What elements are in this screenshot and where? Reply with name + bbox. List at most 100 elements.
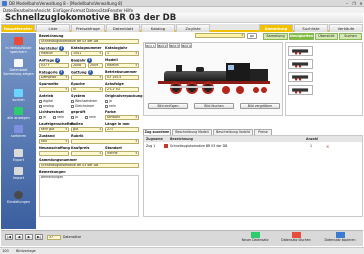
tab-katalog[interactable]: Katalog (141, 24, 175, 32)
next-record-button[interactable]: ▶ (25, 234, 33, 240)
gepruft-option-nein[interactable]: nein (85, 115, 96, 119)
modell-select[interactable]: Märklin (105, 63, 139, 68)
label-rollen: Rollen (71, 122, 83, 126)
tab-datenblatt[interactable]: Datenblatt (106, 24, 140, 32)
tab-sammlung[interactable]: Sammlung (259, 24, 293, 32)
tab-uebersicht[interactable]: Übersicht (315, 33, 338, 40)
tab-verkaeufe[interactable]: Verkäufe (329, 24, 363, 32)
application-window: DB ModellbahnVerwaltung 8 - [ModellbahnV… (0, 0, 364, 254)
tab-sammlung-right[interactable]: Sammlung (263, 33, 288, 40)
record-position-field[interactable]: 37 (47, 235, 61, 240)
new-record-button[interactable]: Neuer Datensatz (237, 232, 273, 242)
enlarge-image-button[interactable]: Bild vergrößern (240, 103, 280, 109)
bemerkungen-field[interactable]: Bemerkungen (39, 175, 139, 217)
sale-list-icon (14, 37, 23, 45)
sammlungsnummer-field[interactable]: Schnellzuglokomotive BR 03 der DB (39, 163, 139, 168)
neuanschaffung-field[interactable] (39, 151, 69, 156)
sidebar: In Verkaufsliste speichern Datenblatt Sa… (1, 33, 36, 229)
tab-bild-4[interactable]: Bild 4 (181, 43, 192, 48)
achsfolge-field[interactable]: 2'C1' h2 (105, 87, 139, 92)
lichtwechsel-option-ja[interactable]: ja (39, 115, 46, 119)
lichtwechsel-option-nein[interactable]: nein (53, 115, 64, 119)
baujahr-to-field[interactable]: 2009 (88, 63, 103, 68)
tab-neuigkeiten[interactable]: Neuigkeiten (289, 33, 314, 40)
maximize-button[interactable]: ❐ (351, 1, 357, 6)
search-icon (14, 89, 23, 97)
insert-image-button[interactable]: Bild einfügen (148, 103, 188, 109)
antrieb-option-analog[interactable]: analog (39, 104, 54, 108)
delete-row-icon[interactable] (164, 144, 168, 148)
tab-bild-2[interactable]: Bild 2 (157, 43, 168, 48)
tab-suchen[interactable]: Suchen (339, 33, 362, 40)
gepruft-option-ja[interactable]: ja (71, 115, 78, 119)
originalverpackung-option-nein[interactable]: nein (105, 104, 116, 108)
go-button[interactable]: go (247, 33, 257, 39)
system-option-wechselstrom[interactable]: Wechselstrom (71, 99, 97, 103)
tab-liste[interactable]: Liste (36, 24, 70, 32)
minimize-button[interactable]: – (344, 1, 350, 6)
standort-select[interactable]: Vitrine (105, 151, 139, 156)
betriebsnummer-field[interactable]: 03 155-5 (105, 75, 139, 80)
label-modell: Modell (105, 58, 118, 62)
spurweite-select[interactable] (39, 87, 69, 92)
sidebar-item-verkaufsliste[interactable]: In Verkaufsliste speichern (1, 37, 36, 54)
sidebar-item-datenblatt[interactable]: Datenblatt Sammlung zeigen (1, 59, 36, 76)
table-row[interactable]: Zug 1 Schnellzuglokomotive BR 03 der DB … (144, 143, 362, 151)
sidebar-item-import[interactable]: Import (1, 167, 36, 180)
tab-hauptfenster[interactable]: Hauptfenster (1, 24, 35, 32)
label-gepruft: geprüft (71, 110, 86, 114)
close-button[interactable]: ✕ (358, 1, 364, 6)
kaufpreis-field[interactable] (71, 151, 103, 156)
gattung-select[interactable] (71, 75, 103, 80)
tab-zugliste[interactable]: Zugliste (176, 24, 210, 32)
sidebar-item-suchen[interactable]: suchen (1, 89, 36, 102)
delete-image-button[interactable]: Bild löschen (194, 103, 234, 109)
system-option-gleichstrom[interactable]: Gleichstrom (71, 104, 94, 108)
filter-select[interactable] (195, 33, 245, 38)
baujahr-from-field[interactable]: 2008 (71, 63, 86, 68)
thumbnail-2[interactable] (288, 59, 313, 69)
sidebar-item-alle-anzeigen[interactable]: alle anzeigen (1, 107, 36, 120)
farbe-select[interactable]: schwarz (105, 115, 139, 120)
originalverpackung-option-ja[interactable]: ja (105, 99, 112, 103)
hersteller-select[interactable]: Märklin (39, 51, 69, 56)
thumbnail-4[interactable] (288, 85, 313, 95)
tab-preisabfrage[interactable]: Preisabfrage (71, 24, 105, 32)
export-icon (14, 149, 23, 157)
bezeichnung-field[interactable]: Schnellzuglokomotive BR 03 der DB (39, 39, 139, 44)
last-record-button[interactable]: ▶| (35, 234, 43, 240)
prev-record-button[interactable]: ◀ (15, 234, 23, 240)
label-bezeichnung: Bezeichnung (39, 34, 64, 38)
thumbnail-1[interactable] (288, 46, 313, 56)
sidebar-item-export[interactable]: Export (1, 149, 36, 162)
first-record-button[interactable]: |◀ (5, 234, 13, 240)
rubrik-select[interactable] (71, 139, 139, 144)
tab-suchliste[interactable]: Suchliste (294, 24, 328, 32)
remove-row-icon[interactable]: ✕ (326, 144, 329, 149)
thumbnail-3[interactable] (288, 72, 313, 82)
import-icon (14, 167, 23, 175)
sidebar-item-sortieren[interactable]: sortieren (1, 125, 36, 138)
label-laenge: Länge in mm (105, 122, 130, 126)
tab-bild-1[interactable]: Bild 1 (145, 43, 156, 48)
window-title: DB ModellbahnVerwaltung 8 - [ModellbahnV… (9, 1, 123, 6)
sidebar-item-einstellungen[interactable]: Einstellungen (1, 191, 36, 204)
epoche-select[interactable]: III (71, 87, 103, 92)
kategorie-select[interactable]: Dampflok (39, 75, 69, 80)
rollen-select[interactable]: gut (71, 127, 103, 132)
image-pane: Bild 1 Bild 2 Bild 3 Bild 4 Bild einfüge… (143, 42, 283, 116)
label-antrieb: Antrieb (39, 94, 54, 98)
copy-record-button[interactable]: Datensatz kopieren (319, 232, 361, 242)
laufeigenschaften-select[interactable]: sehr gut (39, 127, 69, 132)
katalognummer-field[interactable]: 1041 (71, 51, 103, 56)
antrieb-option-digital[interactable]: digital (39, 99, 53, 103)
label-farbe: Farbe (105, 110, 116, 114)
anfrage-field[interactable]: 037 r (39, 63, 69, 68)
label-rubrik: Rubrik (71, 134, 84, 138)
tab-bild-3[interactable]: Bild 3 (169, 43, 180, 48)
katalogjahr-field[interactable]: 1 (105, 51, 139, 56)
delete-record-button[interactable]: Datensatz löschen (275, 232, 317, 242)
laenge-field[interactable]: 271 (105, 127, 139, 132)
sidebar-item-label: Einstellungen (7, 200, 30, 204)
zustand-select[interactable]: neu (39, 139, 69, 144)
